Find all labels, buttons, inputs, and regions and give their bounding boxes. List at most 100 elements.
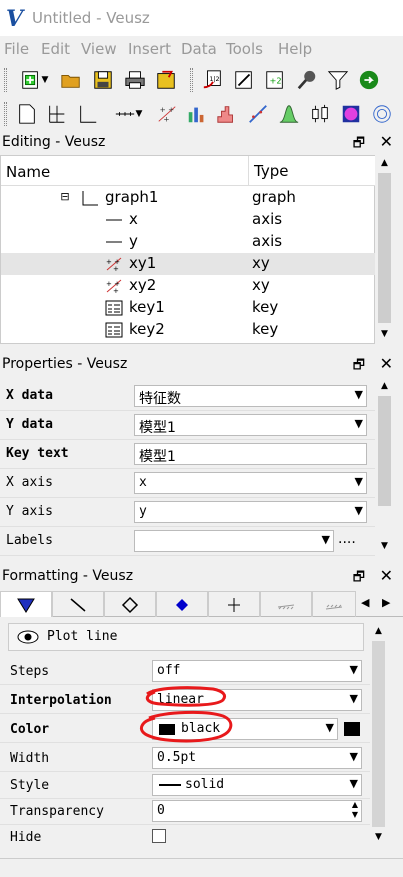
yaxis-combo[interactable]: y ▼ <box>134 501 367 523</box>
export-icon[interactable] <box>153 67 179 93</box>
style-combo[interactable]: solid ▼ <box>152 774 362 796</box>
chevron-down-icon[interactable]: ▼ <box>355 504 363 517</box>
capture-data-icon[interactable] <box>294 67 320 93</box>
image-icon[interactable] <box>338 101 364 127</box>
tree-scrollbar[interactable]: ▲ ▼ <box>376 155 393 344</box>
xy-plot-icon[interactable]: + + + <box>154 101 180 127</box>
axes-graph-icon[interactable] <box>75 101 101 127</box>
chevron-down-icon[interactable]: ▼ <box>326 721 334 734</box>
new-document-icon[interactable]: ▼ <box>14 67 54 93</box>
tree-item-type: key <box>252 298 279 316</box>
chevron-down-icon[interactable]: ▼ <box>322 533 330 546</box>
formatting-scrollbar[interactable]: ▲ ▼ <box>370 623 388 847</box>
tree-row-x[interactable]: x axis <box>1 209 375 231</box>
tree-row-xy2[interactable]: + + + xy2 xy <box>1 275 375 297</box>
tree-row-y[interactable]: y axis <box>1 231 375 253</box>
menu-help[interactable]: Help <box>278 40 312 58</box>
scroll-thumb[interactable] <box>372 641 385 827</box>
menu-edit[interactable]: Edit <box>41 40 70 58</box>
eye-icon[interactable] <box>17 630 39 644</box>
float-icon[interactable]: 🗗 <box>353 568 365 590</box>
labels-combo[interactable]: ▼ <box>134 530 334 552</box>
float-icon[interactable]: 🗗 <box>353 356 365 378</box>
tab-scroll-left-icon[interactable]: ◀ <box>361 596 369 609</box>
new-page-icon[interactable] <box>14 101 40 127</box>
tree-item-name: xy2 <box>129 276 157 294</box>
prop-label: X axis <box>6 475 53 490</box>
menu-view[interactable]: View <box>81 40 117 58</box>
scroll-up-icon[interactable]: ▲ <box>376 155 393 172</box>
hide-checkbox[interactable] <box>152 829 166 843</box>
toolbar-grip[interactable] <box>4 68 7 92</box>
close-icon[interactable]: ✕ <box>380 566 393 585</box>
scroll-up-icon[interactable]: ▲ <box>376 378 393 395</box>
chevron-down-icon[interactable]: ▼ <box>355 417 363 430</box>
toolbar-grip[interactable] <box>4 102 7 126</box>
tab-error-bar[interactable] <box>208 591 260 617</box>
menu-insert[interactable]: Insert <box>128 40 171 58</box>
create-dataset-icon[interactable]: +2 <box>262 67 288 93</box>
tree-row-key2[interactable]: key2 key <box>1 319 375 341</box>
open-folder-icon[interactable] <box>58 67 84 93</box>
fit-icon[interactable] <box>245 101 271 127</box>
editing-panel-title: Editing - Veusz <box>2 134 106 150</box>
tab-plot-line[interactable] <box>52 591 104 617</box>
boxplot-icon[interactable] <box>307 101 333 127</box>
tree-row-graph1[interactable]: ⊟ graph1 graph <box>1 187 375 209</box>
properties-scrollbar[interactable]: ▲ ▼ <box>376 378 393 556</box>
menu-data[interactable]: Data <box>181 40 217 58</box>
tab-marker-fill[interactable] <box>156 591 208 617</box>
spin-arrows-icon[interactable]: ▲ ▼ <box>352 800 358 820</box>
steps-combo[interactable]: off ▼ <box>152 660 362 682</box>
float-icon[interactable]: 🗗 <box>353 134 365 156</box>
tab-fill-above[interactable] <box>312 591 356 617</box>
scroll-down-icon[interactable]: ▼ <box>370 829 387 846</box>
filter-icon[interactable] <box>325 67 351 93</box>
transparency-spinbox[interactable]: 0 ▲ ▼ <box>152 800 362 822</box>
menu-file[interactable]: File <box>4 40 29 58</box>
toolbar-grip[interactable] <box>190 68 193 92</box>
reload-icon[interactable] <box>356 67 382 93</box>
tab-scroll-right-icon[interactable]: ▶ <box>382 596 390 609</box>
col-name-header[interactable]: Name <box>6 163 50 181</box>
field-value: 模型1 <box>139 449 176 465</box>
tree-row-key1[interactable]: key1 key <box>1 297 375 319</box>
close-icon[interactable]: ✕ <box>380 354 393 373</box>
col-type-header[interactable]: Type <box>248 156 288 186</box>
bar-chart-icon[interactable] <box>184 101 210 127</box>
tab-marker[interactable] <box>0 591 52 617</box>
plot-line-section[interactable]: Plot line <box>8 623 364 651</box>
edit-ellipsis-button[interactable]: .... <box>338 531 356 547</box>
tab-fill-below[interactable] <box>260 591 312 617</box>
tree-row-xy1[interactable]: + + + xy1 xy <box>1 253 375 275</box>
chevron-down-icon[interactable]: ▼ <box>355 388 363 401</box>
chevron-down-icon[interactable]: ▼ <box>350 663 358 676</box>
axis-icon[interactable]: ▼ <box>108 101 148 127</box>
function-icon[interactable] <box>276 101 302 127</box>
close-icon[interactable]: ✕ <box>380 132 393 151</box>
print-icon[interactable] <box>122 67 148 93</box>
ydata-combo[interactable]: 模型1 ▼ <box>134 414 367 436</box>
grid-icon[interactable] <box>44 101 70 127</box>
tab-marker-border[interactable] <box>104 591 156 617</box>
chevron-down-icon[interactable]: ▼ <box>350 750 358 763</box>
save-icon[interactable] <box>90 67 116 93</box>
import-data-icon[interactable]: 1|2 <box>200 67 226 93</box>
keytext-field[interactable]: 模型1 <box>134 443 367 465</box>
histogram-icon[interactable] <box>214 101 240 127</box>
scroll-up-icon[interactable]: ▲ <box>370 623 387 640</box>
menu-tools[interactable]: Tools <box>226 40 263 58</box>
scroll-thumb[interactable] <box>378 173 391 323</box>
chevron-down-icon[interactable]: ▼ <box>355 475 363 488</box>
edit-data-icon[interactable] <box>231 67 257 93</box>
scroll-thumb[interactable] <box>378 396 391 506</box>
chevron-down-icon[interactable]: ▼ <box>350 777 358 790</box>
xdata-combo[interactable]: 特征数 ▼ <box>134 385 367 407</box>
collapse-icon[interactable]: ⊟ <box>56 190 74 206</box>
scroll-down-icon[interactable]: ▼ <box>376 326 393 343</box>
polar-icon[interactable] <box>369 101 395 127</box>
chevron-down-icon[interactable]: ▼ <box>350 692 358 705</box>
scroll-down-icon[interactable]: ▼ <box>376 538 393 555</box>
xaxis-combo[interactable]: x ▼ <box>134 472 367 494</box>
color-picker-button[interactable] <box>344 722 360 736</box>
